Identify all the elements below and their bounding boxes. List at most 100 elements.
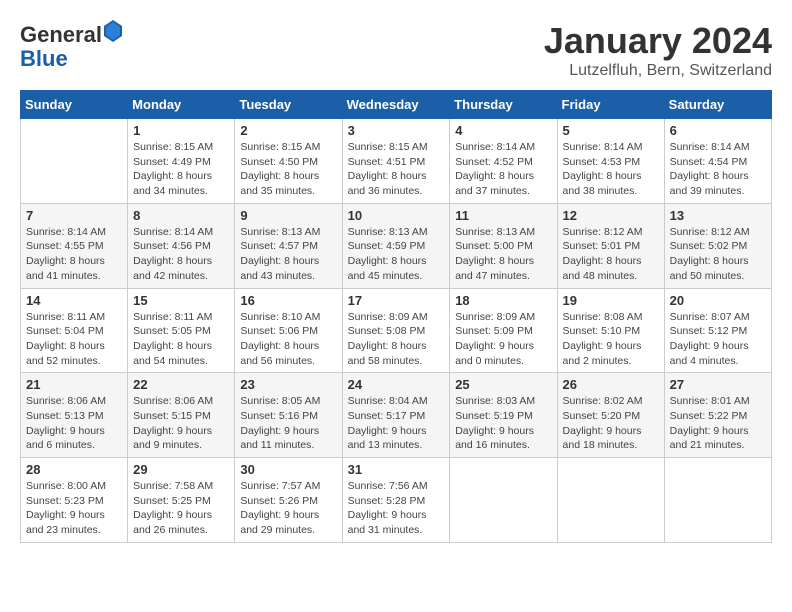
day-info: Sunrise: 8:02 AM Sunset: 5:20 PM Dayligh… xyxy=(563,394,659,453)
day-info: Sunrise: 8:10 AM Sunset: 5:06 PM Dayligh… xyxy=(240,310,336,369)
day-info: Sunrise: 8:00 AM Sunset: 5:23 PM Dayligh… xyxy=(26,479,122,538)
day-number: 8 xyxy=(133,208,229,223)
logo-blue-text: Blue xyxy=(20,46,68,71)
calendar-week-row: 1 Sunrise: 8:15 AM Sunset: 4:49 PM Daylig… xyxy=(21,119,772,204)
day-info: Sunrise: 8:01 AM Sunset: 5:22 PM Dayligh… xyxy=(670,394,766,453)
day-number: 29 xyxy=(133,462,229,477)
calendar-cell: 2 Sunrise: 8:15 AM Sunset: 4:50 PM Daylig… xyxy=(235,119,342,204)
calendar-cell: 18 Sunrise: 8:09 AM Sunset: 5:09 PM Dayli… xyxy=(450,288,557,373)
calendar-cell xyxy=(450,458,557,543)
calendar-cell: 15Sunrise: 8:11 AM Sunset: 5:05 PM Dayli… xyxy=(128,288,235,373)
calendar-cell: 13 Sunrise: 8:12 AM Sunset: 5:02 PM Dayli… xyxy=(664,203,771,288)
day-info: Sunrise: 8:12 AM Sunset: 5:01 PM Dayligh… xyxy=(563,225,659,284)
day-info: Sunrise: 8:09 AM Sunset: 5:08 PM Dayligh… xyxy=(348,310,445,369)
day-number: 22 xyxy=(133,377,229,392)
day-info: Sunrise: 8:15 AM Sunset: 4:49 PM Dayligh… xyxy=(133,140,229,199)
day-info: Sunrise: 8:09 AM Sunset: 5:09 PM Dayligh… xyxy=(455,310,551,369)
day-number: 4 xyxy=(455,123,551,138)
day-info: Sunrise: 7:57 AM Sunset: 5:26 PM Dayligh… xyxy=(240,479,336,538)
calendar-cell: 12 Sunrise: 8:12 AM Sunset: 5:01 PM Dayli… xyxy=(557,203,664,288)
day-info: Sunrise: 8:14 AM Sunset: 4:53 PM Dayligh… xyxy=(563,140,659,199)
calendar-cell: 24Sunrise: 8:04 AM Sunset: 5:17 PM Dayli… xyxy=(342,373,450,458)
calendar-table: SundayMondayTuesdayWednesdayThursdayFrid… xyxy=(20,90,772,543)
day-number: 24 xyxy=(348,377,445,392)
day-info: Sunrise: 8:11 AM Sunset: 5:04 PM Dayligh… xyxy=(26,310,122,369)
logo: GeneralBlue xyxy=(20,20,124,71)
day-info: Sunrise: 8:13 AM Sunset: 4:59 PM Dayligh… xyxy=(348,225,445,284)
day-number: 28 xyxy=(26,462,122,477)
day-info: Sunrise: 8:15 AM Sunset: 4:50 PM Dayligh… xyxy=(240,140,336,199)
calendar-cell: 11 Sunrise: 8:13 AM Sunset: 5:00 PM Dayli… xyxy=(450,203,557,288)
day-number: 31 xyxy=(348,462,445,477)
calendar-cell: 19Sunrise: 8:08 AM Sunset: 5:10 PM Dayli… xyxy=(557,288,664,373)
day-number: 10 xyxy=(348,208,445,223)
calendar-cell: 30Sunrise: 7:57 AM Sunset: 5:26 PM Dayli… xyxy=(235,458,342,543)
day-info: Sunrise: 8:13 AM Sunset: 5:00 PM Dayligh… xyxy=(455,225,551,284)
day-number: 2 xyxy=(240,123,336,138)
calendar-week-row: 21Sunrise: 8:06 AM Sunset: 5:13 PM Dayli… xyxy=(21,373,772,458)
day-number: 25 xyxy=(455,377,551,392)
calendar-cell: 31Sunrise: 7:56 AM Sunset: 5:28 PM Dayli… xyxy=(342,458,450,543)
calendar-cell: 23Sunrise: 8:05 AM Sunset: 5:16 PM Dayli… xyxy=(235,373,342,458)
logo-general-text: General xyxy=(20,22,102,47)
day-number: 18 xyxy=(455,293,551,308)
calendar-cell: 6 Sunrise: 8:14 AM Sunset: 4:54 PM Daylig… xyxy=(664,119,771,204)
day-info: Sunrise: 8:11 AM Sunset: 5:05 PM Dayligh… xyxy=(133,310,229,369)
calendar-cell xyxy=(557,458,664,543)
calendar-cell: 7Sunrise: 8:14 AM Sunset: 4:55 PM Daylig… xyxy=(21,203,128,288)
day-info: Sunrise: 8:13 AM Sunset: 4:57 PM Dayligh… xyxy=(240,225,336,284)
calendar-week-row: 7Sunrise: 8:14 AM Sunset: 4:55 PM Daylig… xyxy=(21,203,772,288)
calendar-cell: 5Sunrise: 8:14 AM Sunset: 4:53 PM Daylig… xyxy=(557,119,664,204)
calendar-subtitle: Lutzelfluh, Bern, Switzerland xyxy=(544,62,772,80)
calendar-cell: 10 Sunrise: 8:13 AM Sunset: 4:59 PM Dayli… xyxy=(342,203,450,288)
logo-icon xyxy=(104,20,122,42)
day-number: 16 xyxy=(240,293,336,308)
calendar-cell: 14 Sunrise: 8:11 AM Sunset: 5:04 PM Dayli… xyxy=(21,288,128,373)
day-info: Sunrise: 8:07 AM Sunset: 5:12 PM Dayligh… xyxy=(670,310,766,369)
day-info: Sunrise: 7:58 AM Sunset: 5:25 PM Dayligh… xyxy=(133,479,229,538)
day-number: 7 xyxy=(26,208,122,223)
day-number: 11 xyxy=(455,208,551,223)
calendar-cell: 29 Sunrise: 7:58 AM Sunset: 5:25 PM Dayli… xyxy=(128,458,235,543)
day-info: Sunrise: 8:14 AM Sunset: 4:54 PM Dayligh… xyxy=(670,140,766,199)
day-of-week-header: Wednesday xyxy=(342,91,450,119)
day-number: 17 xyxy=(348,293,445,308)
page-header: GeneralBlue January 2024 Lutzelfluh, Ber… xyxy=(20,20,772,80)
day-number: 27 xyxy=(670,377,766,392)
calendar-week-row: 28 Sunrise: 8:00 AM Sunset: 5:23 PM Dayli… xyxy=(21,458,772,543)
day-number: 13 xyxy=(670,208,766,223)
calendar-cell: 4 Sunrise: 8:14 AM Sunset: 4:52 PM Daylig… xyxy=(450,119,557,204)
day-info: Sunrise: 8:12 AM Sunset: 5:02 PM Dayligh… xyxy=(670,225,766,284)
calendar-header-row: SundayMondayTuesdayWednesdayThursdayFrid… xyxy=(21,91,772,119)
day-number: 1 xyxy=(133,123,229,138)
calendar-cell: 1 Sunrise: 8:15 AM Sunset: 4:49 PM Daylig… xyxy=(128,119,235,204)
day-number: 12 xyxy=(563,208,659,223)
day-number: 14 xyxy=(26,293,122,308)
calendar-cell: 8 Sunrise: 8:14 AM Sunset: 4:56 PM Daylig… xyxy=(128,203,235,288)
day-number: 9 xyxy=(240,208,336,223)
day-info: Sunrise: 8:05 AM Sunset: 5:16 PM Dayligh… xyxy=(240,394,336,453)
day-number: 20 xyxy=(670,293,766,308)
day-of-week-header: Sunday xyxy=(21,91,128,119)
calendar-cell xyxy=(21,119,128,204)
day-info: Sunrise: 8:14 AM Sunset: 4:56 PM Dayligh… xyxy=(133,225,229,284)
day-of-week-header: Tuesday xyxy=(235,91,342,119)
calendar-cell: 9 Sunrise: 8:13 AM Sunset: 4:57 PM Daylig… xyxy=(235,203,342,288)
day-of-week-header: Friday xyxy=(557,91,664,119)
day-of-week-header: Thursday xyxy=(450,91,557,119)
day-of-week-header: Monday xyxy=(128,91,235,119)
day-info: Sunrise: 8:14 AM Sunset: 4:52 PM Dayligh… xyxy=(455,140,551,199)
calendar-cell: 21Sunrise: 8:06 AM Sunset: 5:13 PM Dayli… xyxy=(21,373,128,458)
day-info: Sunrise: 8:15 AM Sunset: 4:51 PM Dayligh… xyxy=(348,140,445,199)
calendar-cell: 22Sunrise: 8:06 AM Sunset: 5:15 PM Dayli… xyxy=(128,373,235,458)
day-info: Sunrise: 8:03 AM Sunset: 5:19 PM Dayligh… xyxy=(455,394,551,453)
day-of-week-header: Saturday xyxy=(664,91,771,119)
calendar-week-row: 14 Sunrise: 8:11 AM Sunset: 5:04 PM Dayli… xyxy=(21,288,772,373)
calendar-cell: 17 Sunrise: 8:09 AM Sunset: 5:08 PM Dayli… xyxy=(342,288,450,373)
title-block: January 2024 Lutzelfluh, Bern, Switzerla… xyxy=(544,20,772,80)
day-number: 6 xyxy=(670,123,766,138)
calendar-title: January 2024 xyxy=(544,20,772,62)
calendar-cell: 26Sunrise: 8:02 AM Sunset: 5:20 PM Dayli… xyxy=(557,373,664,458)
day-number: 3 xyxy=(348,123,445,138)
calendar-cell: 25 Sunrise: 8:03 AM Sunset: 5:19 PM Dayli… xyxy=(450,373,557,458)
